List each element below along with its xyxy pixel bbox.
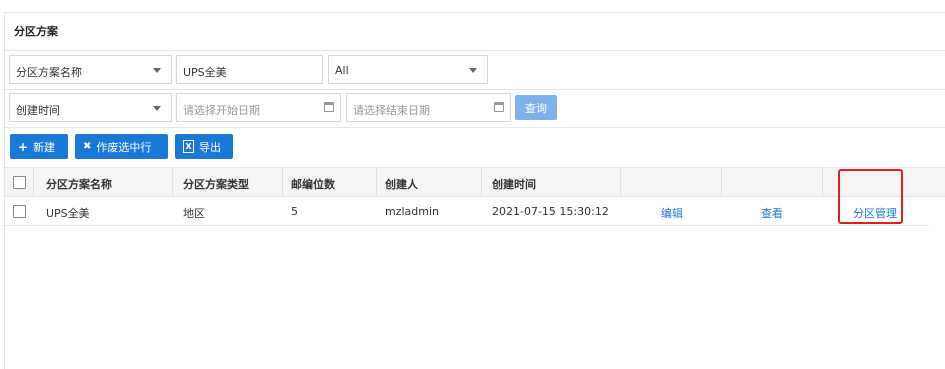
name-input[interactable]: UPS全美 xyxy=(176,55,323,84)
end-date-input[interactable]: 请选择结束日期 xyxy=(346,93,511,122)
name-input-value: UPS全美 xyxy=(183,66,227,79)
export-button-label: 导出 xyxy=(199,140,221,154)
cell-type: 地区 xyxy=(183,207,205,220)
calendar-icon xyxy=(494,102,504,112)
export-button[interactable]: X 导出 xyxy=(175,134,233,159)
cell-creator: mzladmin xyxy=(385,205,440,218)
calendar-icon xyxy=(324,102,334,112)
field-select-value: 分区方案名称 xyxy=(16,66,82,79)
add-button[interactable]: + 新建 xyxy=(10,134,68,159)
time-select[interactable]: 创建时间 xyxy=(9,93,172,122)
void-selected-button[interactable]: ✖ 作废选中行 xyxy=(75,134,168,159)
view-link[interactable]: 查看 xyxy=(761,205,783,221)
add-button-label: 新建 xyxy=(33,140,56,154)
table-row: UPS全美 地区 5 mzladmin 2021-07-15 15:30:12 … xyxy=(5,197,929,226)
cell-name: UPS全美 xyxy=(46,207,90,220)
cell-created-at: 2021-07-15 15:30:12 xyxy=(492,205,609,218)
plus-icon: + xyxy=(18,139,29,154)
chevron-down-icon xyxy=(469,68,477,73)
partition-scheme-panel: 分区方案 分区方案名称 UPS全美 All 创建时间 请选择开始日期 请选择结束… xyxy=(4,12,945,369)
divider xyxy=(172,168,173,197)
col-header-name: 分区方案名称 xyxy=(46,178,112,191)
chevron-down-icon xyxy=(153,106,161,111)
query-button[interactable]: 查询 xyxy=(515,95,557,120)
close-icon: ✖ xyxy=(83,141,92,152)
table-header: 分区方案名称 分区方案类型 邮编位数 创建人 创建时间 xyxy=(5,167,945,197)
divider xyxy=(5,127,945,128)
void-selected-label: 作废选中行 xyxy=(96,140,152,154)
chevron-down-icon xyxy=(153,68,161,73)
field-select[interactable]: 分区方案名称 xyxy=(9,55,172,84)
divider xyxy=(721,168,722,197)
start-date-input[interactable]: 请选择开始日期 xyxy=(176,93,341,122)
cell-digits: 5 xyxy=(291,205,298,218)
time-select-value: 创建时间 xyxy=(16,104,60,117)
panel-title: 分区方案 xyxy=(14,25,58,38)
excel-icon: X xyxy=(183,140,194,153)
divider xyxy=(822,168,823,197)
col-header-type: 分区方案类型 xyxy=(183,178,249,191)
col-header-creator: 创建人 xyxy=(385,178,418,191)
divider xyxy=(282,168,283,197)
end-date-placeholder: 请选择结束日期 xyxy=(353,104,430,117)
edit-link[interactable]: 编辑 xyxy=(661,205,683,221)
row-checkbox[interactable] xyxy=(13,205,26,218)
divider xyxy=(481,168,482,197)
divider xyxy=(5,89,945,90)
col-header-digits: 邮编位数 xyxy=(291,178,335,191)
divider xyxy=(620,168,621,197)
type-select-value: All xyxy=(335,64,349,77)
annotation-highlight-box xyxy=(838,169,903,224)
divider xyxy=(33,168,34,197)
divider xyxy=(5,50,945,51)
start-date-placeholder: 请选择开始日期 xyxy=(183,104,260,117)
col-header-created-at: 创建时间 xyxy=(492,178,536,191)
divider xyxy=(376,168,377,197)
select-all-checkbox[interactable] xyxy=(13,176,26,189)
type-select[interactable]: All xyxy=(328,55,488,84)
